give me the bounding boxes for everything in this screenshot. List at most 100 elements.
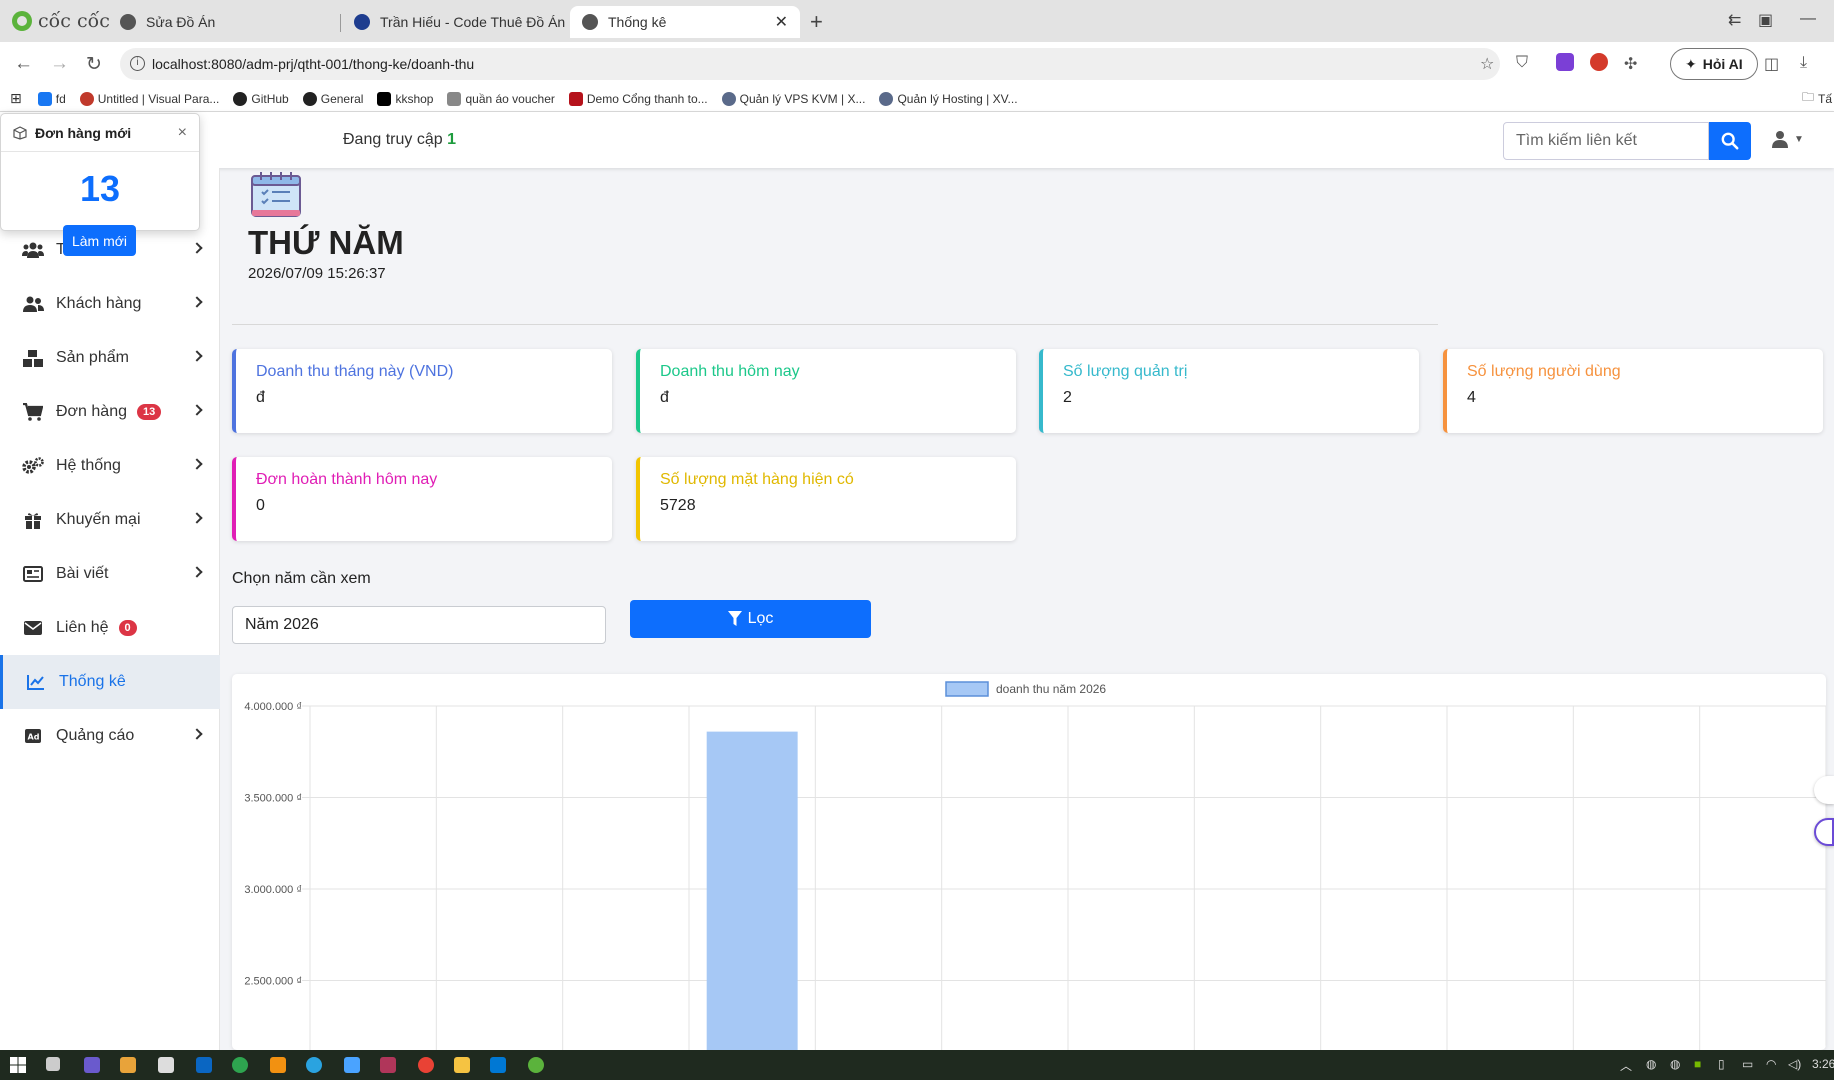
- bookmark-item[interactable]: Demo Cổng thanh to...: [568, 91, 708, 106]
- taskbar: ︿ ◍ ◍ ■ ▯ ▭ ◠ ◁) 3:26: [0, 1050, 1834, 1080]
- sidebar-item-ads[interactable]: Ad Quảng cáo: [0, 709, 220, 763]
- folder-icon: 🗀: [1802, 90, 1815, 104]
- search-icon: [1721, 132, 1739, 150]
- gift-icon: [22, 511, 44, 529]
- user-menu[interactable]: ▼: [1772, 130, 1804, 148]
- sidebar-item-statistics[interactable]: Thống kê: [0, 655, 220, 709]
- url-field[interactable]: i localhost:8080/adm-prj/qtht-001/thong-…: [120, 48, 1500, 80]
- tab-sua-do-an[interactable]: Sửa Đồ Án: [108, 6, 340, 38]
- extension-icon[interactable]: [1590, 53, 1608, 71]
- screen-capture-icon[interactable]: ▣: [1758, 10, 1773, 30]
- github-icon: [302, 91, 317, 106]
- tray-chevron-icon[interactable]: ︿: [1620, 1057, 1632, 1074]
- file-explorer-icon[interactable]: [454, 1057, 470, 1073]
- tab-tran-hieu[interactable]: Trần Hiếu - Code Thuê Đồ Án - J: [342, 6, 568, 38]
- close-icon[interactable]: ×: [178, 124, 187, 142]
- popup-header: Đơn hàng mới ×: [1, 114, 199, 152]
- forward-icon[interactable]: →: [50, 53, 69, 75]
- search-input[interactable]: [1503, 122, 1709, 160]
- tab-thong-ke[interactable]: Thống kê ✕: [570, 6, 800, 38]
- volume-icon[interactable]: ◁): [1788, 1057, 1801, 1071]
- nvidia-icon[interactable]: ■: [1694, 1057, 1701, 1071]
- back-icon[interactable]: ←: [14, 53, 33, 75]
- sidebar: T Khách hàng Sản phẩm Đơn hàng 13 Hệ thố…: [0, 168, 220, 1050]
- task-view-icon[interactable]: [46, 1057, 60, 1071]
- day-title: THỨ NĂM: [248, 224, 404, 261]
- browser-tabstrip: cốc cốc Sửa Đồ Án Trần Hiếu - Code Thuê …: [0, 0, 1834, 42]
- y-tick-label: 3.500.000 ₫: [244, 793, 302, 805]
- vscode-icon[interactable]: [490, 1057, 506, 1073]
- telegram-icon[interactable]: [306, 1057, 322, 1073]
- revenue-chart-svg: doanh thu năm 2026 4.000.000 ₫ 3.500.000 ₫…: [244, 681, 1826, 1050]
- sidebar-item-orders[interactable]: Đơn hàng 13: [0, 385, 220, 439]
- reload-icon[interactable]: ↻: [86, 53, 102, 76]
- ad-icon: Ad: [22, 727, 44, 745]
- app-icon[interactable]: [270, 1057, 286, 1073]
- sidebar-item-customers[interactable]: Khách hàng: [0, 277, 220, 331]
- bookmark-item[interactable]: Quản lý VPS KVM | X...: [721, 91, 865, 106]
- bookmark-folder[interactable]: 🗀 Tấ: [1802, 88, 1832, 109]
- tab-title: Sửa Đồ Án: [146, 14, 216, 30]
- bookmark-item[interactable]: General: [302, 91, 363, 106]
- bookmark-item[interactable]: quần áo voucher: [447, 91, 555, 106]
- app-icon[interactable]: [158, 1057, 174, 1073]
- card-today-revenue: Doanh thu hôm nay đ: [636, 349, 1016, 433]
- minimize-button[interactable]: —: [1800, 10, 1816, 28]
- bookmark-favicon-icon: [377, 91, 392, 106]
- ask-ai-button[interactable]: ✦ Hỏi AI: [1670, 48, 1758, 80]
- bookmark-favicon-icon: [879, 91, 894, 106]
- sidebar-toggle-icon[interactable]: ◫: [1764, 54, 1779, 74]
- envelope-icon: [22, 619, 44, 637]
- close-tab-icon[interactable]: ✕: [775, 12, 788, 32]
- app-header: Đang truy cập 1 ▼: [0, 112, 1834, 168]
- windows-start-icon[interactable]: [10, 1057, 26, 1073]
- sidebar-item-promotions[interactable]: Khuyến mại: [0, 493, 220, 547]
- filter-button[interactable]: Lọc: [630, 600, 871, 638]
- intellij-icon[interactable]: [380, 1057, 396, 1073]
- online-count: 1: [447, 131, 456, 148]
- bookmark-favicon-icon: [721, 91, 736, 106]
- usb-icon[interactable]: ▯: [1718, 1057, 1725, 1071]
- puzzle-icon[interactable]: ✣: [1624, 54, 1637, 74]
- coccoc-icon[interactable]: [528, 1057, 544, 1073]
- zalo-icon[interactable]: [344, 1057, 360, 1073]
- clock[interactable]: 3:26: [1812, 1057, 1834, 1071]
- bookmark-star-icon[interactable]: ☆: [1480, 54, 1494, 74]
- extension-icon[interactable]: [1556, 53, 1574, 71]
- card-completed-today: Đơn hoàn thành hôm nay 0: [232, 457, 612, 541]
- floating-tool-icon[interactable]: [1814, 776, 1834, 804]
- bookmark-item[interactable]: Quản lý Hosting | XV...: [879, 91, 1018, 106]
- app-icon[interactable]: [84, 1057, 100, 1073]
- wifi-icon[interactable]: ◠: [1766, 1057, 1776, 1071]
- apps-grid-icon[interactable]: ⊞: [10, 90, 22, 107]
- site-info-icon[interactable]: i: [130, 56, 145, 71]
- sidebar-item-products[interactable]: Sản phẩm: [0, 331, 220, 385]
- chart-bar: [706, 731, 798, 1050]
- tray-icon[interactable]: ◍: [1646, 1057, 1656, 1071]
- history-icon[interactable]: ⇇: [1728, 10, 1741, 30]
- sidebar-item-posts[interactable]: Bài viết: [0, 547, 220, 601]
- download-icon[interactable]: ⤓: [1800, 54, 1807, 72]
- online-counter: Đang truy cập 1: [343, 131, 456, 148]
- outlook-icon[interactable]: [196, 1057, 212, 1073]
- browser-brand[interactable]: cốc cốc: [12, 9, 110, 33]
- battery-icon[interactable]: ▭: [1742, 1057, 1753, 1071]
- bookmark-item[interactable]: kkshop: [377, 91, 433, 106]
- edge-icon[interactable]: [232, 1057, 248, 1073]
- bookmark-item[interactable]: fd: [37, 91, 66, 106]
- sidebar-item-contact[interactable]: Liên hệ 0: [0, 601, 220, 655]
- sidebar-item-system[interactable]: Hệ thống: [0, 439, 220, 493]
- shield-icon[interactable]: ⛉: [1516, 54, 1528, 72]
- year-select[interactable]: Năm 2026: [232, 606, 606, 644]
- new-tab-button[interactable]: +: [810, 9, 823, 35]
- search-button[interactable]: [1709, 122, 1751, 160]
- bookmark-item[interactable]: GitHub: [233, 91, 289, 106]
- refresh-button[interactable]: Làm mới: [63, 225, 136, 256]
- floating-assistant-icon[interactable]: [1814, 818, 1834, 846]
- app-icon[interactable]: [120, 1057, 136, 1073]
- tray-icon[interactable]: ◍: [1670, 1057, 1680, 1071]
- bookmark-item[interactable]: Untitled | Visual Para...: [79, 91, 219, 106]
- users-icon: [22, 241, 44, 259]
- chevron-right-icon: [191, 566, 203, 578]
- chrome-icon[interactable]: [418, 1057, 434, 1073]
